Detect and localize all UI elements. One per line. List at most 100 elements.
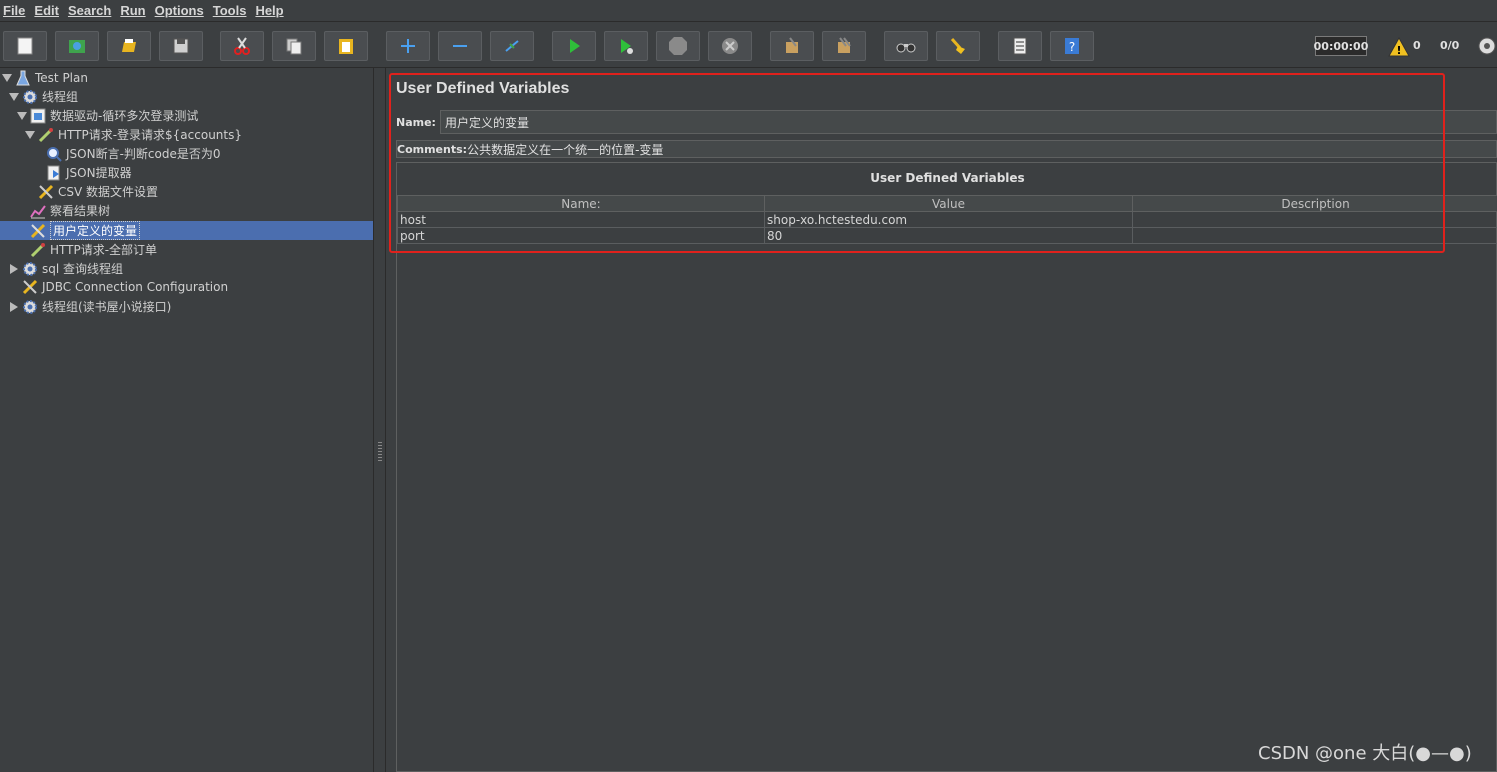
- tree-item-http-login[interactable]: HTTP请求-登录请求${accounts}: [25, 125, 242, 144]
- tree-item-csv-config[interactable]: CSV 数据文件设置: [38, 182, 158, 201]
- tree-item-jdbc-config[interactable]: JDBC Connection Configuration: [22, 277, 228, 296]
- pipette-icon: [30, 242, 46, 258]
- search-button[interactable]: [884, 31, 928, 61]
- expanded-arrow-icon[interactable]: [9, 92, 19, 102]
- variable-description-cell[interactable]: [1132, 211, 1497, 228]
- tree-item-user-defined-variables[interactable]: 用户定义的变量: [30, 221, 141, 240]
- comments-field[interactable]: Comments: 公共数据定义在一个统一的位置-变量: [396, 140, 1497, 158]
- svg-text:!: !: [1396, 44, 1401, 57]
- menu-file[interactable]: File: [0, 3, 31, 18]
- remote-engine-icon[interactable]: [1477, 36, 1497, 56]
- controller-icon: [30, 108, 46, 124]
- elapsed-timer: 00:00:00: [1314, 36, 1368, 56]
- start-icon: [570, 39, 580, 53]
- collapse-button[interactable]: [438, 31, 482, 61]
- tree-item-thread-group-reading[interactable]: 线程组(读书屋小说接口): [9, 297, 171, 316]
- reset-search-button[interactable]: [936, 31, 980, 61]
- templates-button[interactable]: [55, 31, 99, 61]
- tree-item-http-all-orders[interactable]: HTTP请求-全部订单: [30, 240, 157, 259]
- expand-button[interactable]: [386, 31, 430, 61]
- variable-description-cell[interactable]: [1132, 227, 1497, 244]
- menu-edit[interactable]: Edit: [31, 3, 65, 18]
- stop-icon: [669, 37, 687, 55]
- menu-options[interactable]: Options: [152, 3, 210, 18]
- menu-tools[interactable]: Tools: [210, 3, 253, 18]
- tree-item-json-assertion[interactable]: JSON断言-判断code是否为0: [46, 144, 220, 163]
- function-helper-icon: [1013, 37, 1027, 55]
- paste-button[interactable]: [324, 31, 368, 61]
- gear-icon: [22, 261, 38, 277]
- comments-label: Comments:: [397, 142, 468, 156]
- start-button[interactable]: [552, 31, 596, 61]
- page-title: User Defined Variables: [396, 80, 570, 97]
- gear-icon: [22, 299, 38, 315]
- collapsed-arrow-icon[interactable]: [9, 263, 19, 274]
- new-icon: [17, 37, 33, 55]
- menu-bar: File Edit Search Run Options Tools Help: [0, 0, 1497, 22]
- clear-all-button[interactable]: [822, 31, 866, 61]
- help-button[interactable]: ?: [1050, 31, 1094, 61]
- new-button[interactable]: [3, 31, 47, 61]
- save-button[interactable]: [159, 31, 203, 61]
- active-threads-count: 0/0: [1440, 39, 1460, 52]
- clear-all-icon: [838, 37, 851, 53]
- stop-button[interactable]: [656, 31, 700, 61]
- menu-search[interactable]: Search: [65, 3, 117, 18]
- tree-item-label: 线程组(读书屋小说接口): [42, 300, 172, 314]
- variables-table: Name: Value Description host shop-xo.hct…: [397, 195, 1497, 244]
- tree-item-label: 线程组: [42, 90, 79, 104]
- config-icon: [30, 223, 46, 239]
- templates-icon: [69, 40, 85, 53]
- open-button[interactable]: [107, 31, 151, 61]
- collapsed-arrow-icon[interactable]: [9, 301, 19, 312]
- search-icon: [896, 43, 916, 53]
- tree-item-test-plan[interactable]: Test Plan: [2, 68, 88, 87]
- tree-item-sql-thread-group[interactable]: sql 查询线程组: [9, 259, 123, 278]
- column-header-name[interactable]: Name:: [397, 195, 765, 212]
- menu-run[interactable]: Run: [117, 3, 151, 18]
- cut-button[interactable]: [220, 31, 264, 61]
- svg-text:?: ?: [1069, 40, 1075, 54]
- start-no-pauses-button[interactable]: [604, 31, 648, 61]
- shutdown-button[interactable]: [708, 31, 752, 61]
- variable-name-cell[interactable]: port: [397, 227, 765, 244]
- warning-icon[interactable]: !: [1388, 37, 1410, 57]
- column-header-description[interactable]: Description: [1132, 195, 1497, 212]
- watermark: CSDN @one 大白(●—●): [1258, 743, 1472, 764]
- variable-name-cell[interactable]: host: [397, 211, 765, 228]
- copy-button[interactable]: [272, 31, 316, 61]
- toggle-button[interactable]: [490, 31, 534, 61]
- expanded-arrow-icon[interactable]: [2, 73, 12, 83]
- function-helper-button[interactable]: [998, 31, 1042, 61]
- expanded-arrow-icon[interactable]: [25, 130, 35, 140]
- tree-item-view-results-tree[interactable]: 察看结果树: [30, 201, 110, 220]
- paste-icon: [339, 39, 353, 54]
- expanded-arrow-icon[interactable]: [17, 111, 27, 121]
- tree-item-label: 用户定义的变量: [50, 221, 141, 240]
- tree-item-thread-group[interactable]: 线程组: [9, 87, 78, 106]
- table-row[interactable]: port 80: [397, 227, 1497, 244]
- divider-grip[interactable]: [378, 442, 382, 462]
- comments-value: 公共数据定义在一个统一的位置-变量: [467, 142, 664, 157]
- name-field[interactable]: 用户定义的变量: [440, 110, 1497, 134]
- variable-value-cell[interactable]: 80: [764, 227, 1133, 244]
- open-icon: [122, 39, 136, 52]
- tree-item-json-extractor[interactable]: JSON提取器: [46, 163, 132, 182]
- table-row[interactable]: host shop-xo.hctestedu.com: [397, 211, 1497, 228]
- tree-item-label: sql 查询线程组: [42, 262, 124, 276]
- split-pane-divider[interactable]: [373, 68, 386, 772]
- tree-item-label: JSON提取器: [66, 166, 132, 180]
- column-header-value[interactable]: Value: [764, 195, 1133, 212]
- cut-icon: [234, 37, 250, 55]
- tree-item-label: CSV 数据文件设置: [58, 185, 159, 199]
- tree-item-label: Test Plan: [35, 70, 88, 85]
- tree-item-loop-controller[interactable]: 数据驱动-循环多次登录测试: [17, 106, 198, 125]
- listener-icon: [30, 203, 46, 219]
- clear-button[interactable]: [770, 31, 814, 61]
- variable-value-cell[interactable]: shop-xo.hctestedu.com: [764, 211, 1133, 228]
- copy-icon: [286, 38, 302, 55]
- tree-item-label: 数据驱动-循环多次登录测试: [50, 109, 199, 123]
- menu-help[interactable]: Help: [252, 3, 289, 18]
- collapse-icon: [453, 45, 467, 47]
- config-icon: [22, 279, 38, 295]
